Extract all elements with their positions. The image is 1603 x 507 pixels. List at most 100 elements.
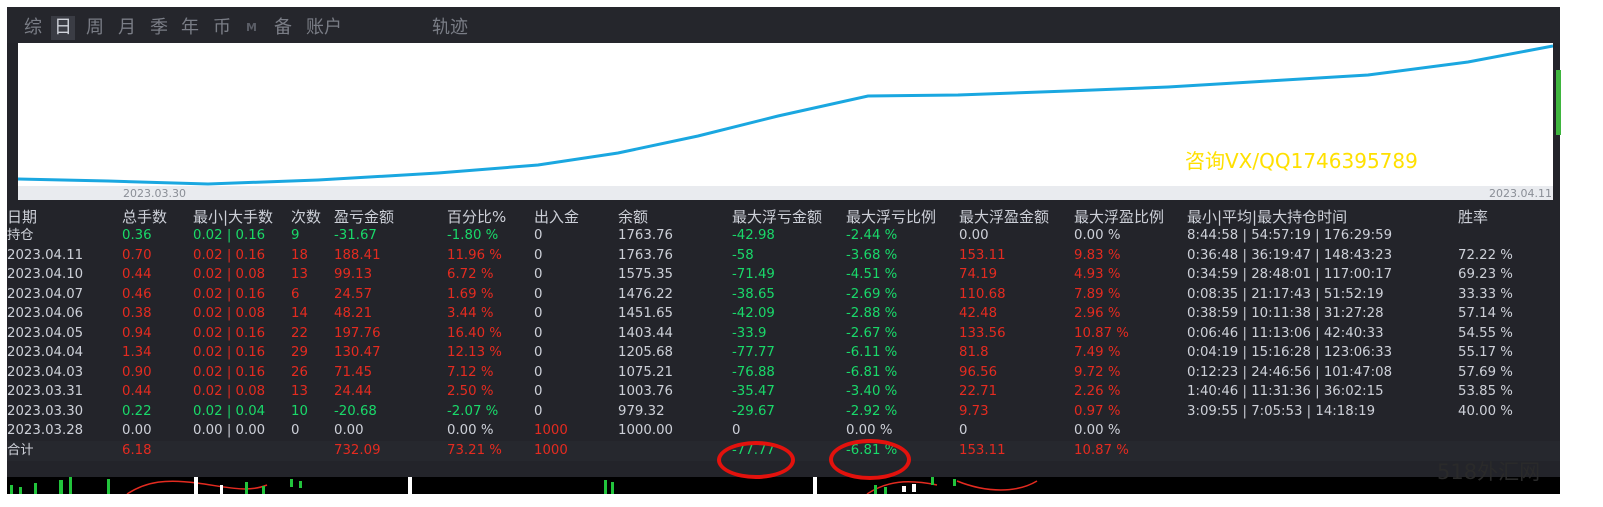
header-cell[interactable]: 胜率: [1458, 207, 1488, 227]
table-row[interactable]: 2023.03.31 0.44 0.02 | 0.08 13 24.44 2.50 % 0 1…: [7, 382, 1560, 402]
table-row[interactable]: 2023.04.10 0.44 0.02 | 0.08 13 99.13 6.72 % 0 1…: [7, 265, 1560, 285]
table-cell: 42.48: [959, 306, 998, 321]
table-cell: 0:12:23 | 24:46:56 | 101:47:08: [1187, 364, 1393, 380]
equity-chart: 2023.03.30 2023.04.11 咨询VX/QQ1746395789: [17, 43, 1554, 200]
tab-10[interactable]: 轨迹: [429, 16, 471, 40]
table-row[interactable]: 2023.03.30 0.22 0.02 | 0.04 10 -20.68 -2.07 %…: [7, 402, 1560, 422]
table-cell: 7.49 %: [1074, 345, 1121, 360]
table-cell: 0: [732, 423, 741, 438]
header-cell[interactable]: 最小|平均|最大持仓时间: [1187, 207, 1347, 227]
table-cell: 9.83 %: [1074, 247, 1121, 263]
table-cell: -71.49: [732, 267, 775, 282]
header-cell[interactable]: 总手数: [122, 207, 167, 227]
table-cell: -29.67: [732, 403, 775, 419]
table-cell: 0: [534, 384, 543, 399]
table-cell: 1.69 %: [447, 286, 494, 302]
table-cell: 0.00: [122, 423, 152, 438]
table-cell: 29: [291, 345, 308, 360]
table-cell: 69.23 %: [1458, 267, 1513, 282]
table-cell: 0.02 | 0.16: [193, 325, 266, 341]
table-cell: 1403.44: [618, 325, 673, 341]
table-cell: 0.94: [122, 325, 152, 341]
table-cell: 40.00 %: [1458, 403, 1513, 419]
table-row[interactable]: 2023.03.28 0.00 0.00 | 0.00 0 0.00 0.00 % 1000…: [7, 421, 1560, 441]
table-cell: 14: [291, 306, 308, 321]
table-cell: 0.02 | 0.16: [193, 364, 266, 380]
highlight-circle-max-float-loss: [717, 441, 795, 479]
table-cell: 0.02 | 0.16: [193, 228, 266, 243]
table-cell: 0: [534, 247, 543, 263]
table-cell: -3.68 %: [846, 247, 898, 263]
table-cell: 130.47: [334, 345, 381, 360]
table-cell: 持仓: [7, 228, 34, 243]
table-cell: 6.18: [122, 442, 152, 458]
table-cell: -2.69 %: [846, 286, 898, 302]
table-cell: 2023.03.28: [7, 423, 84, 438]
header-cell[interactable]: 日期: [7, 207, 37, 227]
header-cell[interactable]: 最大浮盈金额: [959, 207, 1049, 227]
table-cell: 8:44:58 | 54:57:19 | 176:29:59: [1187, 228, 1393, 243]
table-cell: 4.93 %: [1074, 267, 1121, 282]
header-cell[interactable]: 最大浮亏金额: [732, 207, 822, 227]
table-row[interactable]: 2023.04.05 0.94 0.02 | 0.16 22 197.76 16.40 %…: [7, 324, 1560, 344]
tab-7[interactable]: M: [243, 16, 260, 40]
table-cell: -2.67 %: [846, 325, 898, 341]
table-cell: -2.44 %: [846, 228, 898, 243]
tab-0[interactable]: 综: [21, 16, 45, 40]
table-cell: 110.68: [959, 286, 1006, 302]
table-cell: -76.88: [732, 364, 775, 380]
tab-6[interactable]: 币: [210, 16, 234, 40]
table-row[interactable]: 持仓 0.36 0.02 | 0.16 9 -31.67 -1.80 % 0 1763.76 -…: [7, 226, 1560, 246]
table-cell: -20.68: [334, 403, 377, 419]
table-cell: -58: [732, 247, 754, 263]
table-row[interactable]: 2023.04.04 1.34 0.02 | 0.16 29 130.47 12.13 %…: [7, 343, 1560, 363]
table-row[interactable]: 2023.04.03 0.90 0.02 | 0.16 26 71.45 7.12 % 0 1…: [7, 363, 1560, 383]
table-cell: 55.17 %: [1458, 345, 1513, 360]
table-row[interactable]: 2023.04.06 0.38 0.02 | 0.08 14 48.21 3.44 % 0 1…: [7, 304, 1560, 324]
tab-1[interactable]: 日: [51, 16, 75, 40]
table-cell: 96.56: [959, 364, 998, 380]
header-cell[interactable]: 盈亏金额: [334, 207, 394, 227]
table-cell: 0.00 %: [1074, 423, 1121, 438]
table-cell: 0: [534, 403, 543, 419]
mini-price-chart: [7, 477, 1560, 494]
table-cell: 72.22 %: [1458, 247, 1513, 263]
table-cell: 0.36: [122, 228, 152, 243]
tab-5[interactable]: 年: [178, 16, 202, 40]
table-cell: 0: [534, 228, 543, 243]
tab-2[interactable]: 周: [83, 16, 107, 40]
period-tab-bar: 综日周月季年币 M 备账户 轨迹: [7, 7, 1560, 43]
header-cell[interactable]: 最大浮亏比例: [846, 207, 936, 227]
table-cell: 53.85 %: [1458, 384, 1513, 399]
table-row[interactable]: 2023.04.07 0.46 0.02 | 0.16 6 24.57 1.69 % 0 14…: [7, 285, 1560, 305]
header-cell[interactable]: 出入金: [534, 207, 579, 227]
table-cell: 0:38:59 | 10:11:38 | 31:27:28: [1187, 306, 1384, 321]
table-row[interactable]: 2023.04.11 0.70 0.02 | 0.16 18 188.41 11.96 %…: [7, 246, 1560, 266]
table-cell: 0.02 | 0.16: [193, 345, 266, 360]
header-cell[interactable]: 最大浮盈比例: [1074, 207, 1164, 227]
table-cell: 197.76: [334, 325, 381, 341]
table-cell: 1000.00: [618, 423, 673, 438]
tab-8[interactable]: 备: [271, 16, 295, 40]
table-cell: 0.46: [122, 286, 152, 302]
table-cell: 57.14 %: [1458, 306, 1513, 321]
table-cell: -6.11 %: [846, 345, 898, 360]
table-header-row: 日期 总手数 最小|大手数 次数 盈亏金额 百分比% 出入金 余额 最大浮亏金额 最大浮亏比例 最大…: [7, 207, 1560, 227]
table-cell: 2023.03.31: [7, 384, 84, 399]
table-cell: 0.44: [122, 384, 152, 399]
tab-9[interactable]: 账户: [303, 16, 345, 40]
tab-4[interactable]: 季: [147, 16, 171, 40]
table-cell: -4.51 %: [846, 267, 898, 282]
table-cell: 2023.04.04: [7, 345, 84, 360]
table-cell: 2023.04.03: [7, 364, 84, 380]
table-cell: 0.00: [334, 423, 364, 438]
header-cell[interactable]: 余额: [618, 207, 648, 227]
table-cell: 0:36:48 | 36:19:47 | 148:43:23: [1187, 247, 1393, 263]
header-cell[interactable]: 次数: [291, 207, 321, 227]
table-cell: 2.96 %: [1074, 306, 1121, 321]
header-cell[interactable]: 百分比%: [447, 207, 506, 227]
table-cell: 0.00 | 0.00: [193, 423, 266, 438]
header-cell[interactable]: 最小|大手数: [193, 207, 273, 227]
tab-3[interactable]: 月: [115, 16, 139, 40]
table-cell: 1000: [534, 423, 568, 438]
